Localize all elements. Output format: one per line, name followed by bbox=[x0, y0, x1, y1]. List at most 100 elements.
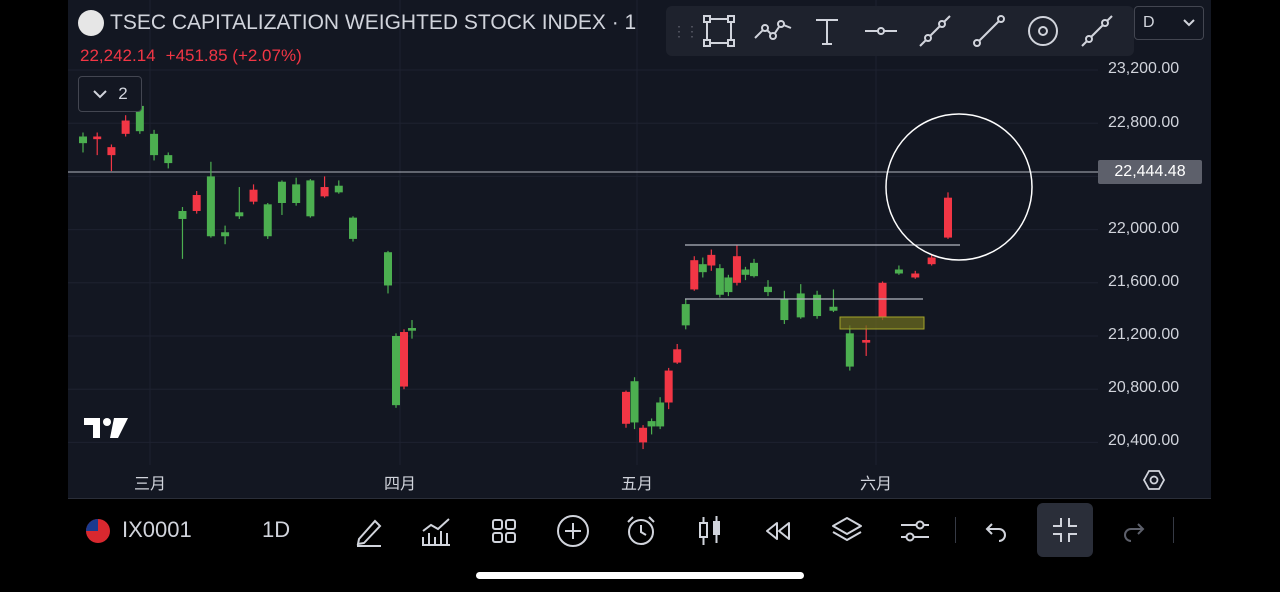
extended-line-icon bbox=[1081, 15, 1113, 47]
alert-button[interactable] bbox=[621, 511, 661, 551]
extended-line-tool-button[interactable] bbox=[1070, 9, 1124, 53]
circle-drawing bbox=[885, 113, 1033, 261]
candle-body bbox=[878, 282, 887, 318]
candle-body bbox=[249, 189, 258, 202]
interval-select[interactable]: D bbox=[1134, 6, 1204, 40]
undo-button[interactable] bbox=[976, 511, 1016, 551]
legend-collapse-button[interactable]: 2 bbox=[78, 76, 142, 112]
candle-body bbox=[741, 269, 750, 275]
symbol-title: TSEC CAPITALIZATION WEIGHTED STOCK INDEX… bbox=[110, 11, 637, 34]
redo-icon bbox=[1124, 523, 1145, 542]
candle-body bbox=[277, 181, 286, 203]
chart-type-button[interactable] bbox=[690, 511, 730, 551]
candle-body bbox=[927, 257, 936, 265]
layout-button[interactable] bbox=[484, 511, 524, 551]
candles-icon bbox=[699, 516, 720, 545]
layers-icon bbox=[832, 517, 862, 541]
candle-body bbox=[707, 254, 716, 266]
candle-body bbox=[263, 204, 272, 237]
candle-body bbox=[221, 232, 230, 237]
candle-body bbox=[656, 402, 665, 427]
candle-body bbox=[150, 133, 159, 156]
drawing-tools-button[interactable] bbox=[349, 511, 389, 551]
toolbar-divider bbox=[1173, 517, 1174, 543]
highlight-zone-drawing bbox=[839, 316, 925, 330]
price-axis-label: 20,800.00 bbox=[1108, 379, 1180, 396]
horizontal-line-icon bbox=[865, 27, 897, 35]
candle-body bbox=[813, 294, 822, 317]
candle-body bbox=[845, 333, 854, 367]
candle-body bbox=[698, 264, 707, 273]
chevron-down-icon bbox=[93, 90, 107, 99]
circle-tool-button[interactable] bbox=[1016, 9, 1070, 53]
candle-body bbox=[681, 304, 690, 326]
price-axis-label: 20,400.00 bbox=[1108, 432, 1180, 449]
trend-angle-tool-button[interactable] bbox=[908, 9, 962, 53]
candle-body bbox=[664, 370, 673, 403]
candle-body bbox=[121, 120, 130, 134]
candle-body bbox=[292, 184, 301, 203]
horizontal-line-tool-button[interactable] bbox=[854, 9, 908, 53]
time-axis-label: 五月 bbox=[620, 476, 654, 493]
symbol-logo-icon bbox=[78, 10, 104, 36]
price-change: +451.85 (+2.07%) bbox=[165, 46, 302, 65]
candle-body bbox=[206, 176, 215, 237]
candle-body bbox=[320, 187, 329, 197]
bottom-toolbar: IX0001 1D bbox=[68, 498, 1211, 560]
trend-line-icon bbox=[973, 15, 1005, 47]
ohlc-row: 22,242.14 +451.85 (+2.07%) bbox=[80, 46, 302, 66]
candle-body bbox=[349, 217, 357, 239]
tradingview-logo bbox=[84, 414, 130, 448]
trend-line-tool-button[interactable] bbox=[962, 9, 1016, 53]
chart-canvas[interactable] bbox=[68, 0, 1211, 498]
tradingview-logo-icon bbox=[84, 418, 128, 438]
chart-settings-button[interactable] bbox=[1142, 468, 1166, 492]
candle-body bbox=[639, 427, 648, 443]
candle-body bbox=[829, 306, 838, 311]
add-button[interactable] bbox=[553, 511, 593, 551]
rectangle-tool-button[interactable] bbox=[692, 9, 746, 53]
toolbar-divider bbox=[955, 517, 956, 543]
candle-body bbox=[796, 293, 805, 318]
replay-button[interactable] bbox=[758, 511, 798, 551]
legend-count: 2 bbox=[118, 84, 128, 103]
price-axis-label: 23,200.00 bbox=[1108, 60, 1180, 77]
candle-body bbox=[630, 381, 639, 423]
candle-body bbox=[192, 195, 201, 211]
pencil-icon bbox=[356, 519, 382, 547]
current-price-badge[interactable]: 22,444.48 bbox=[1098, 160, 1202, 184]
text-tool-button[interactable] bbox=[800, 9, 854, 53]
price-axis-label: 22,800.00 bbox=[1108, 114, 1180, 131]
symbol-title-row[interactable]: TSEC CAPITALIZATION WEIGHTED STOCK INDEX… bbox=[78, 10, 636, 36]
candle-body bbox=[862, 339, 871, 343]
candle-body bbox=[164, 155, 173, 164]
candle-body bbox=[732, 256, 741, 283]
trend-angle-icon bbox=[919, 15, 951, 47]
candle-body bbox=[392, 336, 400, 406]
layers-button[interactable] bbox=[827, 511, 867, 551]
path-tool-button[interactable] bbox=[746, 9, 800, 53]
alarm-icon bbox=[627, 516, 655, 545]
settings-button[interactable] bbox=[895, 511, 935, 551]
symbol-button[interactable]: IX0001 bbox=[122, 517, 192, 543]
layout-grid-icon bbox=[492, 519, 516, 543]
time-axis-label: 六月 bbox=[859, 476, 893, 493]
drawing-toolbar[interactable]: ⋮⋮ bbox=[666, 6, 1134, 56]
candle-body bbox=[944, 197, 952, 238]
settings-sliders-icon bbox=[901, 520, 929, 542]
taiwan-flag-icon bbox=[86, 519, 110, 543]
candle-body bbox=[750, 262, 758, 277]
candle-body bbox=[408, 328, 416, 331]
interval-button[interactable]: 1D bbox=[262, 517, 290, 543]
rectangle-icon bbox=[703, 15, 735, 47]
fullscreen-exit-button[interactable] bbox=[1037, 503, 1093, 557]
candle-body bbox=[235, 212, 244, 217]
candle-body bbox=[384, 252, 392, 286]
candle-body bbox=[715, 268, 724, 295]
price-axis-label: 21,200.00 bbox=[1108, 326, 1180, 343]
redo-button[interactable] bbox=[1114, 511, 1154, 551]
time-axis-label: 三月 bbox=[133, 476, 167, 493]
drag-handle-icon[interactable]: ⋮⋮ bbox=[672, 23, 699, 40]
candle-body bbox=[690, 260, 699, 290]
indicators-button[interactable] bbox=[416, 511, 456, 551]
